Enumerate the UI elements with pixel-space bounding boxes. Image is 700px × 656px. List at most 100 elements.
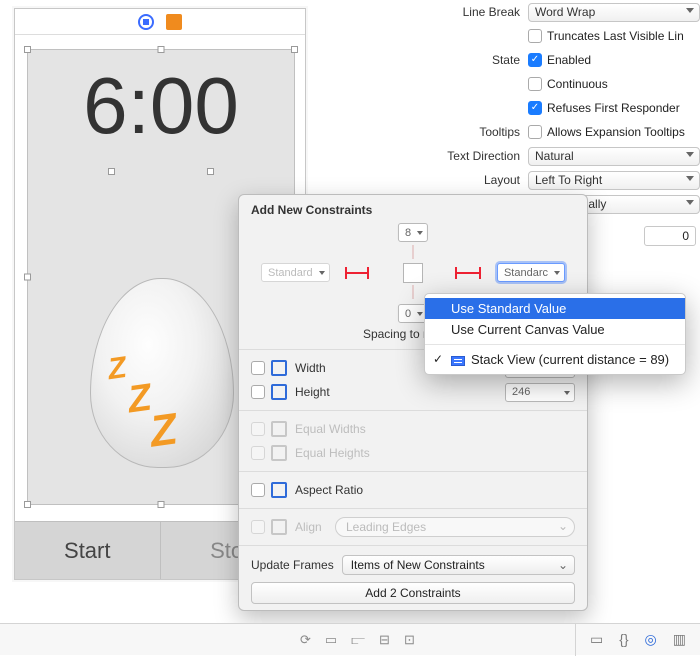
align-label: Align [295,520,329,534]
record-stop-icon[interactable] [138,14,154,30]
divider [239,545,587,546]
tooltips-value: Allows Expansion Tooltips [547,125,685,139]
app-titlebar [15,9,305,35]
align-select: Leading Edges [335,517,575,537]
enabled-checkbox[interactable] [528,53,542,67]
height-icon [271,384,287,400]
text-direction-select[interactable]: Natural [528,147,700,166]
tooltips-label: Tooltips [438,125,528,139]
equal-widths-label: Equal Widths [295,422,575,436]
update-frames-select[interactable]: Items of New Constraints [342,555,575,575]
add-constraints-popover: Add New Constraints 8 Standard Standarc … [238,194,588,611]
enabled-label: Enabled [547,53,591,67]
strut-top-icon[interactable] [412,245,414,259]
equal-heights-label: Equal Heights [295,446,575,460]
bottom-toolbar: ⟳ ▭ ⫍ ⊟ ⊡ ▭ {} ◎ ▥ [0,623,700,655]
tooltips-checkbox[interactable] [528,125,542,139]
file-inspector-icon[interactable]: ▭ [590,631,603,648]
quick-help-icon[interactable]: {} [619,631,628,648]
layout-select[interactable]: Left To Right [528,171,700,190]
text-direction-label: Text Direction [438,149,528,163]
equal-heights-checkbox [251,446,265,460]
line-break-value: Word Wrap [535,5,595,19]
align-value: Leading Edges [346,520,426,534]
start-button[interactable]: Start [15,522,161,579]
divider [239,410,587,411]
continuous-checkbox[interactable] [528,77,542,91]
strut-left-icon[interactable] [347,272,367,274]
inspector-tab-icons: ▭ {} ◎ ▥ [576,631,700,648]
text-direction-value: Natural [535,149,574,163]
right-spacing-value: Standarc [504,267,548,279]
truncates-label: Truncates Last Visible Lin [547,29,684,43]
layout-label: Layout [438,173,528,187]
width-checkbox[interactable] [251,361,265,375]
update-frames-value: Items of New Constraints [351,558,485,572]
equal-widths-icon [271,421,287,437]
strut-bottom-icon[interactable] [412,285,414,299]
layout-value: Left To Right [535,173,602,187]
time-label: 6:00 [28,60,294,152]
embed-stack-icon[interactable]: ▭ [325,632,337,648]
align-checkbox [251,520,265,534]
pin-icon[interactable]: ⊟ [379,632,390,648]
aspect-ratio-icon [271,482,287,498]
attributes-inspector: Line Break Word Wrap Truncates Last Visi… [434,0,700,216]
attributes-inspector-icon[interactable]: ▥ [673,631,686,648]
update-frames-icon[interactable]: ⟳ [300,632,311,648]
selection-handle[interactable] [24,274,31,281]
selection-handle[interactable] [24,501,31,508]
spacing-dropdown-menu: Use Standard Value Use Current Canvas Va… [424,293,686,375]
height-value: 246 [512,386,530,398]
stack-view-icon [451,356,465,366]
update-frames-label: Update Frames [251,558,334,572]
align-icon[interactable]: ⫍ [351,632,365,648]
divider [239,471,587,472]
height-label: Height [295,385,499,399]
bottom-spacing-value: 0 [405,308,411,320]
selection-handle[interactable] [24,46,31,53]
3d-cube-icon[interactable] [166,14,182,30]
selection-handle[interactable] [207,168,214,175]
refuses-fr-checkbox[interactable] [528,101,542,115]
aspect-ratio-label: Aspect Ratio [295,483,575,497]
identity-inspector-icon[interactable]: ◎ [645,631,657,648]
canvas-tool-icons: ⟳ ▭ ⫍ ⊟ ⊡ [0,632,429,648]
width-icon [271,360,287,376]
strut-right-icon[interactable] [457,272,479,274]
selection-handle[interactable] [158,501,165,508]
aspect-ratio-checkbox[interactable] [251,483,265,497]
numeric-field[interactable]: 0 [644,226,696,246]
selection-handle[interactable] [158,46,165,53]
menu-item-stack-view-label: Stack View (current distance = 89) [471,352,669,367]
top-spacing-value: 8 [405,227,411,239]
top-spacing-field[interactable]: 8 [398,223,428,242]
menu-item-use-standard[interactable]: Use Standard Value [425,298,685,319]
add-constraints-button-label: Add 2 Constraints [365,586,460,600]
menu-separator [425,344,685,345]
left-spacing-value: Standard [268,267,313,279]
constraint-center-icon [403,263,423,283]
continuous-label: Continuous [547,77,608,91]
menu-item-stack-view[interactable]: Stack View (current distance = 89) [425,349,685,370]
equal-heights-icon [271,445,287,461]
selection-handle[interactable] [108,168,115,175]
equal-widths-checkbox [251,422,265,436]
state-label: State [438,53,528,67]
left-spacing-field[interactable]: Standard [261,263,330,282]
height-value-field[interactable]: 246 [505,383,575,402]
line-break-select[interactable]: Word Wrap [528,3,700,22]
add-constraints-button[interactable]: Add 2 Constraints [251,582,575,604]
selection-handle[interactable] [291,46,298,53]
resolve-issues-icon[interactable]: ⊡ [404,632,415,648]
menu-item-use-current[interactable]: Use Current Canvas Value [425,319,685,340]
align-icon [271,519,287,535]
divider [239,508,587,509]
height-checkbox[interactable] [251,385,265,399]
truncates-checkbox[interactable] [528,29,542,43]
refuses-fr-label: Refuses First Responder [547,101,680,115]
popover-title: Add New Constraints [239,195,587,223]
egg-image: Z Z Z [90,278,234,468]
line-break-label: Line Break [438,5,528,19]
right-spacing-field[interactable]: Standarc [497,263,565,282]
